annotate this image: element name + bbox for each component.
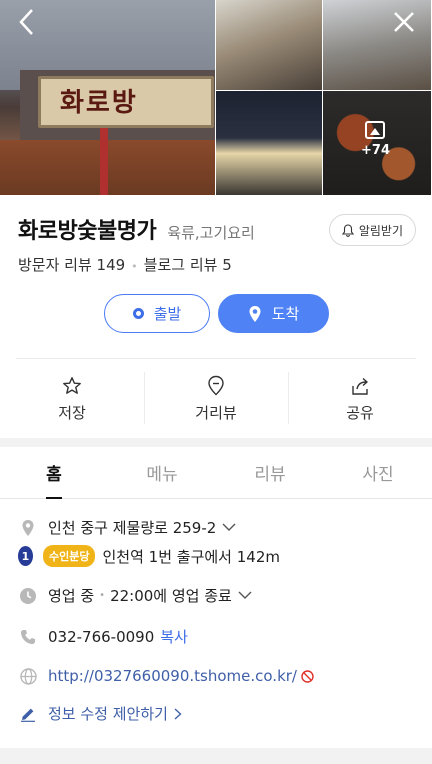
phone-row: 032-766-0090 복사 <box>18 626 418 647</box>
more-photos-count: +74 <box>361 143 390 158</box>
address-text: 인천 중구 제물량로 259-2 <box>48 519 217 537</box>
hours-detail: 22:00에 영업 종료 <box>110 587 232 605</box>
location-pin-icon <box>249 305 261 322</box>
photo-thumb-1[interactable] <box>216 0 323 91</box>
subway-row: 1 수인분당 인천역 1번 출구에서 142m <box>18 545 418 567</box>
globe-icon <box>19 667 37 685</box>
arrive-label: 도착 <box>271 305 300 323</box>
storefront-sign-text: 화로방 <box>60 88 138 118</box>
tab-bar: 홈 메뉴 리뷰 사진 <box>0 447 432 499</box>
route-buttons: 출발 도착 <box>104 294 329 333</box>
alarm-label: 알림받기 <box>358 223 403 238</box>
phone-icon <box>21 629 35 644</box>
website-link[interactable]: http://0327660090.tshome.co.kr/ <box>48 667 297 685</box>
star-icon <box>63 376 81 394</box>
back-button[interactable] <box>8 4 44 40</box>
map-pin-icon <box>208 375 224 396</box>
place-name: 화로방숯불명가 <box>18 219 157 244</box>
origin-dot-icon <box>132 308 144 319</box>
bottom-gap <box>0 748 432 764</box>
chevron-down-icon[interactable] <box>238 591 252 600</box>
section-gap <box>0 438 432 447</box>
save-label: 저장 <box>58 403 86 422</box>
subway-text: 인천역 1번 출구에서 142m <box>102 547 280 566</box>
streetview-action[interactable]: 거리뷰 <box>144 370 288 428</box>
place-category: 육류,고기요리 <box>167 224 255 242</box>
clock-icon <box>20 587 36 604</box>
start-label: 출발 <box>153 305 182 323</box>
tab-photo[interactable]: 사진 <box>324 447 432 498</box>
action-bar: 저장 거리뷰 공유 <box>0 370 432 428</box>
subway-line-badge: 1 <box>18 546 33 566</box>
share-label: 공유 <box>346 403 374 422</box>
chevron-left-icon <box>19 9 33 35</box>
copy-phone-button[interactable]: 복사 <box>160 626 188 647</box>
visitor-review-link[interactable]: 방문자 리뷰 149 <box>18 256 125 274</box>
save-action[interactable]: 저장 <box>0 370 144 428</box>
review-counts: 방문자 리뷰 149 • 블로그 리뷰 5 <box>18 256 232 274</box>
address-row[interactable]: 인천 중구 제물량로 259-2 <box>18 517 418 538</box>
start-button[interactable]: 출발 <box>104 294 210 333</box>
streetview-label: 거리뷰 <box>195 404 237 422</box>
photo-gallery[interactable]: 화로방 +74 <box>0 0 432 196</box>
share-icon <box>351 377 368 395</box>
phone-number[interactable]: 032-766-0090 <box>48 628 154 646</box>
photo-thumb-more[interactable]: +74 <box>323 91 432 196</box>
image-icon <box>365 121 386 139</box>
hours-row[interactable]: 영업 중 • 22:00에 영업 종료 <box>18 585 418 606</box>
chevron-right-icon <box>174 707 182 720</box>
suggest-edit-link: 정보 수정 제안하기 <box>48 705 168 723</box>
arrive-button[interactable]: 도착 <box>218 294 329 333</box>
close-icon <box>394 12 414 32</box>
location-icon <box>22 519 34 536</box>
title-row: 화로방숯불명가 육류,고기요리 알림받기 <box>18 213 416 246</box>
chevron-down-icon[interactable] <box>222 523 236 532</box>
tab-review[interactable]: 리뷰 <box>216 447 324 498</box>
hours-status: 영업 중 <box>48 587 95 605</box>
bell-icon <box>341 223 354 237</box>
blog-review-link[interactable]: 블로그 리뷰 5 <box>144 256 232 274</box>
blocked-icon <box>301 669 314 683</box>
suggest-edit-row[interactable]: 정보 수정 제안하기 <box>18 703 418 724</box>
share-action[interactable]: 공유 <box>288 370 432 428</box>
divider <box>16 358 416 359</box>
tab-menu[interactable]: 메뉴 <box>108 447 216 498</box>
alarm-button[interactable]: 알림받기 <box>328 214 416 246</box>
photo-thumb-3[interactable] <box>216 91 323 196</box>
close-button[interactable] <box>386 4 422 40</box>
website-row: http://0327660090.tshome.co.kr/ <box>18 667 418 685</box>
tab-home[interactable]: 홈 <box>0 447 108 499</box>
suin-bundang-badge: 수인분당 <box>43 545 96 567</box>
pencil-icon <box>21 708 35 722</box>
